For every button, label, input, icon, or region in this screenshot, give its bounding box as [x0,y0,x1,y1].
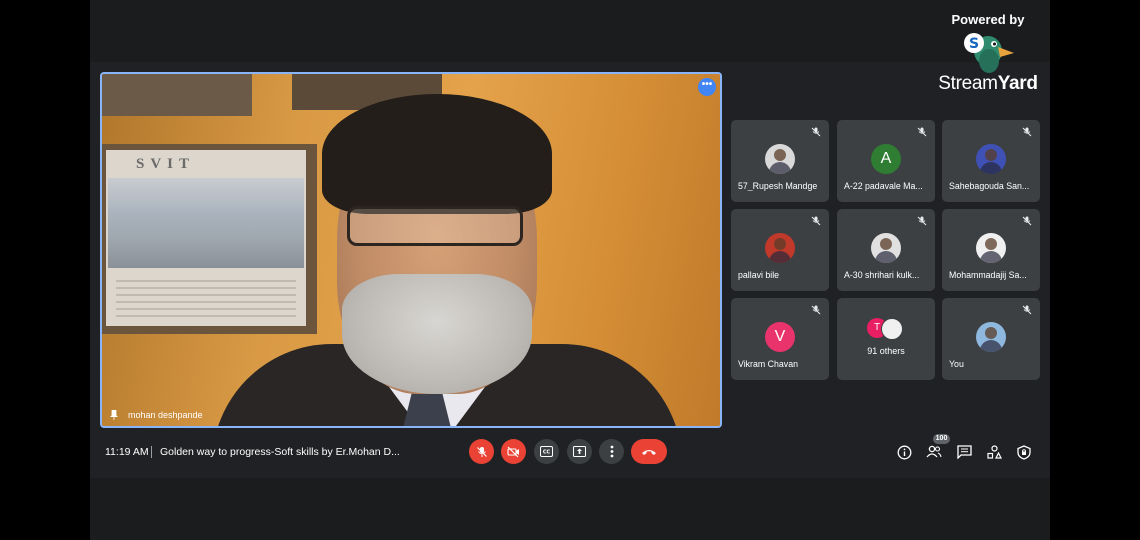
chat-icon [956,445,972,459]
streamyard-branding: Powered by S StreamYard [928,12,1048,95]
participant-name: You [949,359,964,369]
avatar [881,318,903,340]
wordmark-part1: Stream [938,73,998,94]
current-time: 11:19 AM [105,446,149,458]
more-options-button[interactable] [599,439,624,464]
speaker-glasses [347,206,523,246]
participant-count-badge: 100 [933,434,950,444]
participant-name: pallavi bile [738,270,780,280]
powered-by-label: Powered by [951,12,1025,27]
wall-frame [102,74,252,116]
host-controls-button[interactable] [1015,443,1033,461]
bottom-band [90,478,1050,540]
activities-button[interactable] [985,443,1003,461]
mic-muted-icon [1022,127,1032,137]
info-icon [897,445,911,459]
avatar [871,233,901,263]
vertical-dots-icon [610,445,613,458]
speaker-name: mohan deshpande [128,410,203,420]
logo-letter: S [969,36,979,52]
poster-heading: SVIT [136,156,196,172]
avatar [765,233,795,263]
people-button[interactable] [925,443,943,461]
others-avatar-group: T [867,318,907,340]
avatar [765,144,795,174]
avatar [976,322,1006,352]
chat-button[interactable] [955,443,973,461]
poster-text-lines [116,280,296,320]
participant-tile[interactable]: Mohammadajij Sa... [942,209,1040,291]
participant-tile[interactable]: A A-22 padavale Ma... [837,120,935,202]
mic-off-icon [476,446,487,457]
meeting-title: Golden way to progress-Soft skills by Er… [160,446,400,458]
avatar [976,233,1006,263]
mic-muted-icon [917,216,927,226]
streamyard-wordmark: StreamYard [928,73,1048,95]
camera-toggle-button[interactable] [501,439,526,464]
present-icon [573,446,586,457]
poster-photo [108,178,304,268]
participant-tile[interactable]: You [942,298,1040,380]
participant-tile[interactable]: 57_Rupesh Mandge [731,120,829,202]
wall-poster: SVIT [102,144,317,334]
hang-up-icon [642,449,656,455]
people-icon [926,445,942,458]
main-speaker-video[interactable]: SVIT ••• mohan deshpande [100,72,722,428]
participant-name: A-22 padavale Ma... [844,181,923,191]
svg-text:CC: CC [543,450,551,456]
avatar: V [765,322,795,352]
divider [151,446,152,458]
speaker-name-tag: mohan deshpande [110,410,203,420]
mic-muted-icon [1022,216,1032,226]
participant-name: A-30 shrihari kulk... [844,270,920,280]
wordmark-part2: Yard [997,73,1038,94]
mic-muted-icon [917,127,927,137]
present-screen-button[interactable] [567,439,592,464]
participant-name: Mohammadajij Sa... [949,270,1027,280]
pin-icon[interactable] [110,410,118,420]
participant-tile[interactable]: A-30 shrihari kulk... [837,209,935,291]
participant-tile[interactable]: T 91 others [837,298,935,380]
avatar [976,144,1006,174]
meeting-details-button[interactable] [895,443,913,461]
shield-icon [1017,444,1031,460]
participant-tile[interactable]: pallavi bile [731,209,829,291]
closed-captions-icon: CC [540,446,553,457]
mic-muted-icon [1022,305,1032,315]
avatar: A [871,144,901,174]
participant-name: Vikram Chavan [738,359,798,369]
participant-name: 91 others [867,346,905,356]
participant-tile[interactable]: V Vikram Chavan [731,298,829,380]
speaker-hair [322,94,552,214]
mic-toggle-button[interactable] [469,439,494,464]
mic-muted-icon [811,127,821,137]
camera-off-icon [507,446,519,457]
mic-muted-icon [811,305,821,315]
top-band [90,0,1050,62]
participant-name: 57_Rupesh Mandge [738,181,818,191]
mic-muted-icon [811,216,821,226]
participant-name: Sahebagouda San... [949,181,1030,191]
more-options-icon[interactable]: ••• [698,78,716,96]
end-call-button[interactable] [631,439,667,464]
streamyard-logo-icon: S [960,31,1016,75]
activities-icon [986,445,1002,459]
speaker-beard [342,274,532,394]
captions-button[interactable]: CC [534,439,559,464]
meeting-stage: Powered by S StreamYard SVIT ••• mohan d… [90,0,1050,540]
participant-tile[interactable]: Sahebagouda San... [942,120,1040,202]
